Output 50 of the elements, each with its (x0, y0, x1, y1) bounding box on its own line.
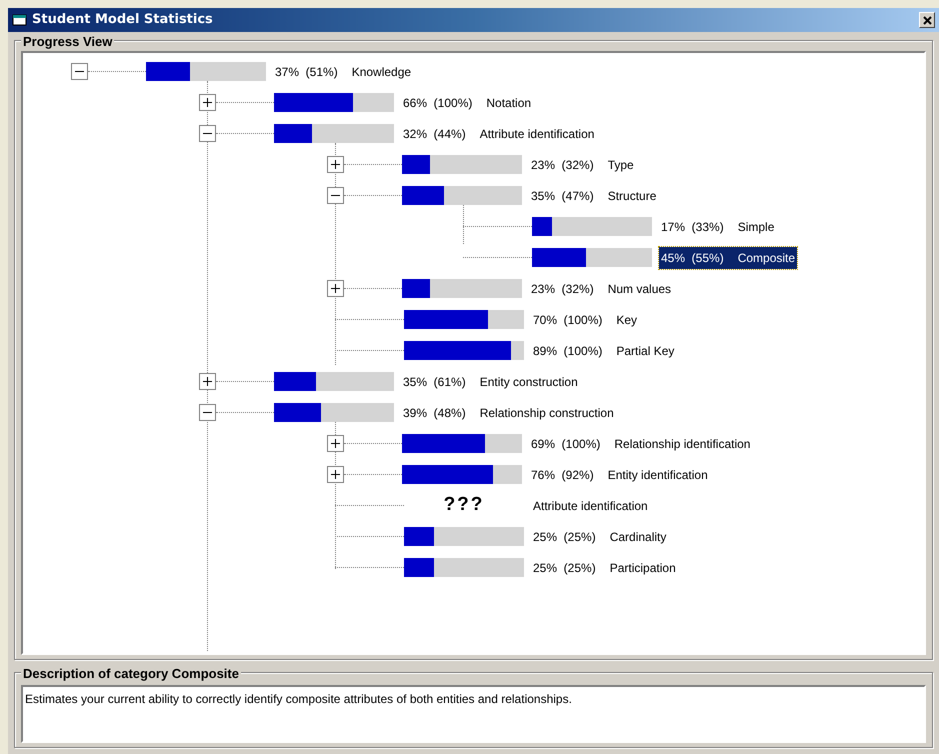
score-text: 25% (25%) (533, 560, 596, 576)
description-text: Estimates your current ability to correctly identify composite attributes of both entities and relationships. (21, 685, 926, 743)
score-text: 70% (100%) (533, 312, 602, 328)
node-label[interactable]: Attribute identification (480, 124, 594, 142)
close-button[interactable] (919, 12, 935, 28)
collapse-toggle[interactable] (71, 63, 88, 80)
node-label[interactable]: Relationship construction (480, 404, 614, 422)
node-label[interactable]: Cardinality (610, 528, 666, 546)
window-icon (12, 13, 28, 27)
score-text: 25% (25%) (533, 528, 596, 546)
score-text: 45% (55%) (661, 250, 724, 266)
node-label[interactable]: Relationship identification (614, 434, 750, 452)
node-label[interactable]: Structure (608, 186, 656, 204)
expand-toggle[interactable] (199, 94, 216, 111)
selected-item-highlight[interactable]: 45% (55%) Composite (659, 246, 798, 268)
collapse-toggle[interactable] (199, 125, 216, 142)
score-text: 17% (33%) (661, 218, 724, 236)
node-label[interactable]: Knowledge (352, 62, 412, 80)
node-label[interactable]: Type (608, 156, 634, 174)
node-label[interactable]: Partial Key (616, 342, 674, 360)
score-text: 23% (32%) (531, 156, 594, 174)
node-label[interactable]: Simple (738, 218, 774, 236)
expand-toggle[interactable] (327, 435, 344, 452)
unknown-marker: ??? (442, 493, 486, 518)
collapse-toggle[interactable] (327, 187, 344, 204)
score-text: 37% (51%) (275, 64, 338, 80)
expand-toggle[interactable] (327, 466, 344, 483)
close-icon (922, 16, 932, 24)
node-label[interactable]: Entity identification (608, 466, 708, 484)
score-text: 76% (92%) (531, 466, 594, 484)
score-text: 35% (47%) (531, 188, 594, 204)
score-text: 89% (100%) (533, 342, 602, 360)
expand-toggle[interactable] (199, 373, 216, 390)
node-label[interactable]: Entity construction (480, 372, 578, 390)
node-label[interactable]: Num values (608, 280, 672, 298)
score-text: 66% (100%) (403, 94, 472, 112)
node-label[interactable]: Composite (738, 248, 796, 266)
score-text: 69% (100%) (531, 436, 600, 452)
window-title: Student Model Statistics (32, 11, 214, 30)
node-label[interactable]: Key (616, 310, 638, 328)
score-text: 32% (44%) (403, 126, 466, 142)
node-label[interactable]: Participation (610, 558, 676, 576)
collapse-toggle[interactable] (199, 404, 216, 421)
node-label[interactable]: Notation (486, 94, 532, 112)
node-label[interactable]: Attribute identification (533, 496, 648, 514)
score-text: 23% (32%) (531, 280, 594, 298)
expand-toggle[interactable] (327, 280, 344, 297)
expand-toggle[interactable] (327, 156, 344, 173)
score-text: 39% (48%) (403, 404, 466, 422)
score-text: 35% (61%) (403, 374, 466, 390)
